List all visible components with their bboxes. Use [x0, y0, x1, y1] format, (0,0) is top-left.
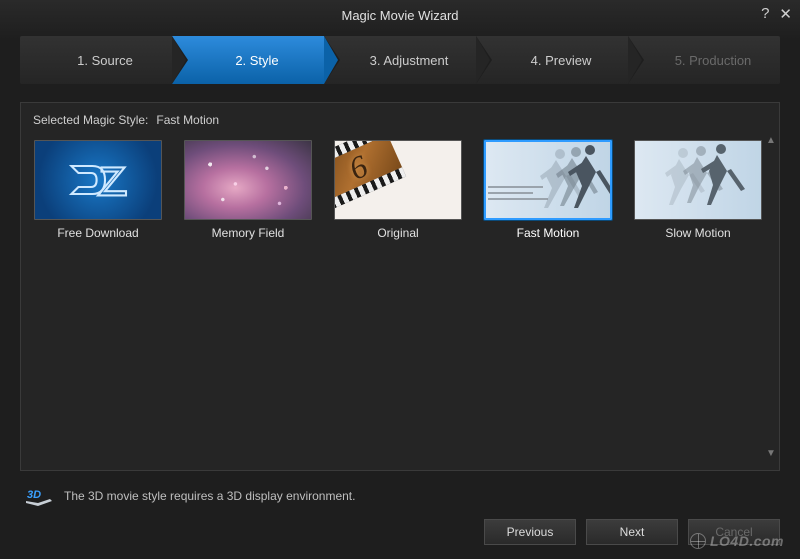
step-label: 4. Preview — [531, 53, 592, 68]
scrollbar-vertical[interactable]: ▲ ▼ — [765, 135, 777, 460]
style-item-memory-field[interactable]: Memory Field — [184, 140, 312, 240]
step-style[interactable]: 2. Style — [172, 36, 324, 84]
step-production: 5. Production — [628, 36, 780, 84]
style-item-original[interactable]: 6 Original — [334, 140, 462, 240]
thumb-free-download — [34, 140, 162, 220]
svg-text:3D: 3D — [27, 489, 41, 501]
selected-style-row: Selected Magic Style: Fast Motion — [33, 113, 767, 127]
button-row: Previous Next Cancel — [0, 507, 800, 559]
3d-glasses-icon: 3D — [24, 485, 54, 507]
style-label: Fast Motion — [517, 226, 580, 240]
filmstrip-icon: 6 — [334, 140, 462, 220]
wizard-window: Magic Movie Wizard ? ✕ 1. Source 2. Styl… — [0, 0, 800, 559]
titlebar: Magic Movie Wizard ? ✕ — [0, 0, 800, 30]
style-label: Slow Motion — [665, 226, 730, 240]
previous-button[interactable]: Previous — [484, 519, 576, 545]
next-button[interactable]: Next — [586, 519, 678, 545]
watermark: LO4D.com — [690, 533, 784, 549]
style-label: Original — [377, 226, 418, 240]
scroll-up-icon[interactable]: ▲ — [765, 135, 777, 147]
step-label: 1. Source — [77, 53, 133, 68]
dz-logo-icon — [63, 155, 133, 205]
style-label: Free Download — [57, 226, 138, 240]
style-item-free-download[interactable]: Free Download — [34, 140, 162, 240]
thumb-slow-motion — [634, 140, 762, 220]
step-bar: 1. Source 2. Style 3. Adjustment 4. Prev… — [20, 36, 780, 84]
selected-style-value: Fast Motion — [156, 113, 219, 127]
titlebar-controls: ? ✕ — [761, 5, 792, 23]
thumb-original: 6 — [334, 140, 462, 220]
style-label: Memory Field — [212, 226, 285, 240]
scroll-down-icon[interactable]: ▼ — [765, 448, 777, 460]
step-preview[interactable]: 4. Preview — [476, 36, 628, 84]
globe-icon — [690, 533, 706, 549]
window-title: Magic Movie Wizard — [341, 8, 458, 23]
step-label: 3. Adjustment — [370, 53, 449, 68]
film-frame-number: 6 — [343, 147, 373, 187]
watermark-text: LO4D.com — [710, 533, 784, 549]
footer-hint: 3D The 3D movie style requires a 3D disp… — [24, 485, 776, 507]
step-adjustment[interactable]: 3. Adjustment — [324, 36, 476, 84]
step-source[interactable]: 1. Source — [20, 36, 172, 84]
step-label: 2. Style — [235, 53, 278, 68]
runner-icon — [556, 142, 612, 220]
close-icon[interactable]: ✕ — [779, 5, 792, 23]
runner-icon — [689, 141, 749, 217]
style-item-fast-motion[interactable]: Fast Motion — [484, 140, 612, 240]
footer-hint-text: The 3D movie style requires a 3D display… — [64, 489, 355, 503]
style-item-slow-motion[interactable]: Slow Motion — [634, 140, 762, 240]
style-panel: Selected Magic Style: Fast Motion Free D… — [20, 102, 780, 471]
style-grid: Free Download Memory Field 6 Original — [33, 139, 767, 241]
step-label: 5. Production — [675, 53, 752, 68]
selected-style-label: Selected Magic Style: — [33, 113, 148, 127]
help-icon[interactable]: ? — [761, 5, 769, 23]
thumb-fast-motion — [484, 140, 612, 220]
thumb-memory-field — [184, 140, 312, 220]
